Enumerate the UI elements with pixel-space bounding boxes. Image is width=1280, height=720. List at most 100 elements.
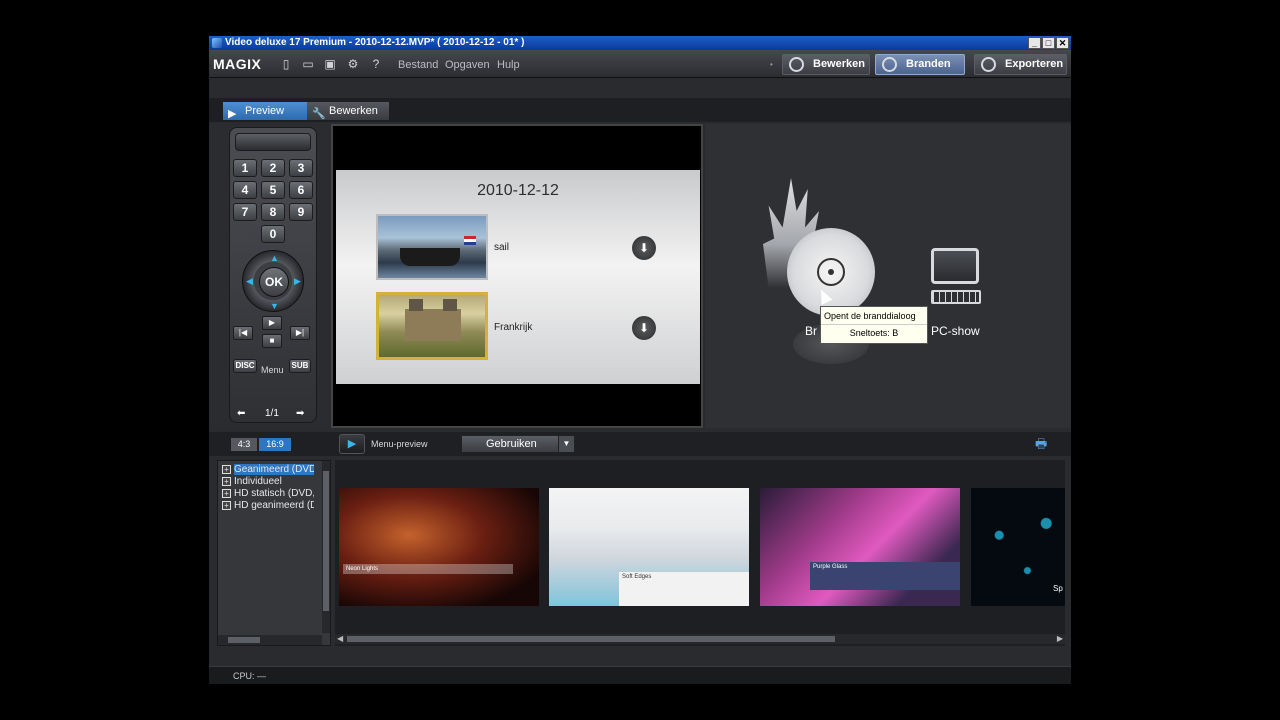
key-5[interactable]: 5 [261,181,285,199]
disc-hub [817,258,845,286]
new-file-icon[interactable]: ▯ [279,57,293,71]
mode-exporteren-button[interactable]: Exporteren [974,54,1067,75]
scroll-right-icon[interactable]: ▶ [1057,634,1063,644]
preview-panel: 2010-12-12 sail ⬇ Frankrijk ⬇ [331,124,703,428]
title-bar: Video deluxe 17 Premium - 2010-12-12.MVP… [209,36,1071,50]
entry-label-sail[interactable]: sail [494,242,509,253]
key-3[interactable]: 3 [289,159,313,177]
prev-button[interactable]: |◀ [233,326,253,340]
tree-vertical-scrollbar[interactable] [322,461,330,633]
cpu-status: CPU: — [233,671,267,681]
flag-shape [464,236,476,245]
template-thumbnail: Soft Edges [549,488,749,606]
tab-preview[interactable]: ▶ Preview [223,102,307,120]
prev-page-arrow-icon[interactable]: ⬅ [237,408,245,419]
wrench-icon: 🔧 [312,108,326,120]
pc-show-label[interactable]: PC-show [931,324,980,338]
chevron-down-icon[interactable]: ▼ [558,436,574,452]
pc-monitor-icon[interactable] [931,248,979,284]
right-arrow-icon[interactable]: ▶ [294,276,301,287]
settings-icon[interactable]: ⚙ [346,57,360,71]
close-button[interactable]: ✕ [1056,37,1069,49]
tree-item-label: Individueel [234,476,282,487]
disc-icon [882,57,897,72]
entry-thumbnail-frankrijk[interactable] [376,292,488,360]
key-0[interactable]: 0 [261,225,285,243]
down-arrow-icon[interactable]: ▼ [270,301,279,311]
key-7[interactable]: 7 [233,203,257,221]
maximize-button[interactable]: □ [1042,37,1055,49]
template-purple-glass[interactable]: Purple Glass [760,468,960,624]
plus-icon[interactable]: + [222,464,231,474]
plus-icon[interactable]: + [222,476,231,486]
template-scrollbar[interactable]: ◀ ▶ [335,634,1065,644]
template-soft-edges[interactable]: Soft Edges [549,468,749,624]
tree-item-hd-statisch[interactable]: +HD statisch (DVD, B [222,488,314,499]
next-button[interactable]: ▶| [290,326,310,340]
help-pointer-icon[interactable]: ? [369,57,383,71]
menu-preview-play-button[interactable]: ▶ [339,434,365,454]
disc-button[interactable]: DISC [233,359,257,373]
mode-branden-button[interactable]: Branden [875,54,965,75]
burn-disc-icon[interactable] [787,228,875,316]
plus-icon[interactable]: + [222,488,231,498]
left-arrow-icon[interactable]: ◀ [246,276,253,287]
play-icon: ▶ [228,108,237,120]
key-1[interactable]: 1 [233,159,257,177]
keyboard-icon [931,290,981,304]
menu-button[interactable]: Menu [261,365,284,375]
scrollbar-thumb[interactable] [347,636,835,642]
tooltip-line-2: Sneltoets: B [849,328,899,338]
entry-label-frankrijk[interactable]: Frankrijk [494,322,532,333]
stop-button[interactable]: ■ [262,334,282,348]
template-thumbnail: Neon Lights [339,488,539,606]
sub-button[interactable]: SUB [289,359,311,373]
template-label: Sp [1053,584,1063,593]
scrollbar-thumb[interactable] [323,471,329,611]
menu-bestand[interactable]: Bestand [398,59,438,71]
template-sparkle[interactable]: Sp [971,468,1065,624]
menu-preview-label: Menu-preview [371,439,428,449]
menu-hulp[interactable]: Hulp [497,59,520,71]
mode-exporteren-label: Exporteren [1005,58,1064,70]
play-button[interactable]: ▶ [262,316,282,330]
dpad: ▲ ▼ ◀ ▶ OK [242,250,304,312]
save-icon[interactable]: ▣ [323,57,337,71]
tree-item-individueel[interactable]: + Individueel [222,476,314,487]
down-arrow-icon[interactable]: ⬇ [632,316,656,340]
tree-horizontal-scrollbar[interactable] [218,635,322,645]
menu-title: 2010-12-12 [477,182,559,199]
aspect-16-9-button[interactable]: 16:9 [259,438,291,451]
key-6[interactable]: 6 [289,181,313,199]
next-page-arrow-icon[interactable]: ➡ [296,408,304,419]
page-indicator: 1/1 [265,408,279,419]
menu-opgaven[interactable]: Opgaven [445,59,490,71]
key-8[interactable]: 8 [261,203,285,221]
template-toolbar: 4:3 16:9 ▶ Menu-preview Gebruiken ▼ 🖶 [209,432,1071,456]
template-neon-lights[interactable]: Neon Lights [339,468,539,624]
window-controls: _ □ ✕ [1028,37,1069,49]
key-4[interactable]: 4 [233,181,257,199]
use-button[interactable]: Gebruiken ▼ [461,435,575,453]
aspect-4-3-button[interactable]: 4:3 [231,438,257,451]
key-9[interactable]: 9 [289,203,313,221]
key-2[interactable]: 2 [261,159,285,177]
mode-bewerken-label: Bewerken [813,58,865,70]
template-thumbnail: Sp [971,488,1065,606]
minimize-button[interactable]: _ [1028,37,1041,49]
entry-thumbnail-sail[interactable] [376,214,488,280]
burn-label[interactable]: Br [805,324,817,338]
tree-item-geanimeerd[interactable]: + Geanimeerd (DVD) [222,464,314,475]
ok-button[interactable]: OK [259,267,289,297]
open-folder-icon[interactable]: ▭ [301,57,315,71]
down-arrow-icon[interactable]: ⬇ [632,236,656,260]
mode-bewerken-button[interactable]: Bewerken [782,54,870,75]
scroll-left-icon[interactable]: ◀ [337,634,343,644]
scrollbar-thumb[interactable] [228,637,260,643]
burn-panel: Br PC-show Opent de branddialoog Sneltoe… [705,124,1071,428]
tab-bewerken[interactable]: 🔧 Bewerken [307,102,389,120]
tree-item-hd-geanimeerd[interactable]: +HD geanimeerd (DV [222,500,314,511]
plus-icon[interactable]: + [222,500,231,510]
up-arrow-icon[interactable]: ▲ [270,253,279,263]
printer-icon[interactable]: 🖶 [1035,435,1053,451]
